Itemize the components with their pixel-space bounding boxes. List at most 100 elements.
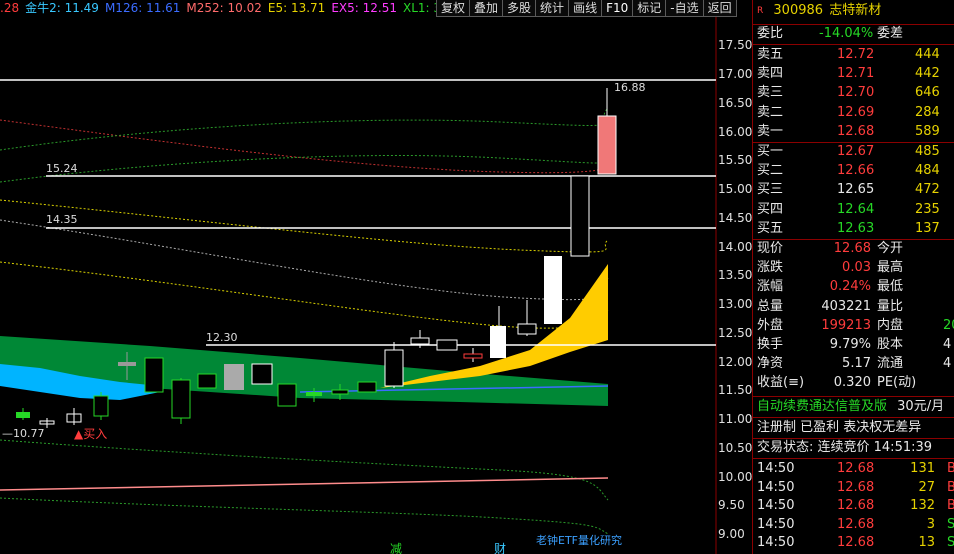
sell-order-row[interactable]: 卖一 12.68 589 bbox=[757, 123, 954, 141]
register-text: 注册制 已盈利 表决权无差异 bbox=[757, 420, 922, 435]
tick-volume: 132 bbox=[910, 498, 935, 513]
stock-code: 300986 bbox=[773, 3, 824, 18]
buy-order-row[interactable]: 买四 12.64 235 bbox=[757, 201, 954, 219]
stat-value: 0.24% bbox=[829, 279, 871, 295]
stat-label: 最低 bbox=[877, 279, 904, 295]
tick-row: 14:50 12.68 13 S bbox=[757, 534, 954, 552]
tick-time: 14:50 bbox=[757, 461, 795, 476]
quote-stat-row: 现价 12.68 今开 bbox=[757, 240, 954, 258]
stat-label: 最高 bbox=[877, 260, 904, 276]
order-price: 12.71 bbox=[837, 66, 875, 82]
order-level-label: 卖三 bbox=[757, 85, 784, 101]
ma-line-green-upper bbox=[0, 107, 609, 151]
sell-order-row[interactable]: 卖二 12.69 284 bbox=[757, 104, 954, 122]
tick-time: 14:50 bbox=[757, 535, 795, 550]
chart-toolbar: 复权 叠加 多股 统计 画线 F10 标记 -自选 返回 bbox=[436, 0, 737, 17]
tick-price: 12.68 bbox=[837, 479, 875, 495]
stock-badge: R bbox=[757, 6, 764, 16]
buy-order-row[interactable]: 买一 12.67 485 bbox=[757, 143, 954, 161]
order-price: 12.68 bbox=[837, 123, 875, 139]
toolbar-back-button[interactable]: 返回 bbox=[702, 0, 737, 17]
indicator-value: EX5: 12.51 bbox=[331, 1, 397, 15]
axis-label: 12.50 bbox=[718, 326, 752, 340]
tick-time: 14:50 bbox=[757, 479, 795, 495]
axis-label: 12.00 bbox=[718, 355, 752, 369]
axis-label: 11.00 bbox=[718, 412, 752, 426]
promo-row[interactable]: 自动续费通达信普及版 30元/月 bbox=[757, 398, 954, 416]
stat-label: 换手 bbox=[757, 337, 784, 352]
sell-order-row[interactable]: 卖五 12.72 444 bbox=[757, 46, 954, 64]
register-row: 注册制 已盈利 表决权无差异 bbox=[757, 419, 954, 437]
sell-order-row[interactable]: 卖三 12.70 646 bbox=[757, 84, 954, 102]
tick-price: 12.68 bbox=[837, 516, 875, 532]
stat-value: 199213 bbox=[821, 317, 871, 333]
toolbar-stats-button[interactable]: 统计 bbox=[535, 0, 570, 17]
watermark-text: 老钟ETF量化研究 bbox=[536, 534, 622, 547]
order-level-label: 卖二 bbox=[757, 104, 784, 120]
stat-label: 股本 bbox=[877, 337, 904, 352]
order-price: 12.64 bbox=[837, 201, 875, 217]
toolbar-fuquan-button[interactable]: 复权 bbox=[436, 0, 471, 17]
low-marker-value: 10.77 bbox=[13, 427, 45, 440]
buy-order-row[interactable]: 买二 12.66 484 bbox=[757, 162, 954, 180]
sell-order-row[interactable]: 卖四 12.71 442 bbox=[757, 65, 954, 83]
order-volume: 589 bbox=[915, 123, 940, 139]
weibi-value: -14.04% bbox=[819, 26, 874, 41]
ma-line-red-dotted bbox=[0, 119, 611, 174]
price-line-label: 14.35 bbox=[46, 213, 78, 226]
axis-label: 16.50 bbox=[718, 96, 752, 110]
quote-stat-row: 换手 9.79% 股本 4 bbox=[757, 336, 954, 354]
toolbar-overlay-button[interactable]: 叠加 bbox=[469, 0, 504, 17]
toolbar-f10-button[interactable]: F10 bbox=[601, 0, 634, 17]
tick-time: 14:50 bbox=[757, 516, 795, 532]
order-volume: 484 bbox=[915, 163, 940, 179]
indicator-value: E5: 13.71 bbox=[267, 1, 326, 15]
toolbar-multi-stock-button[interactable]: 多股 bbox=[502, 0, 537, 17]
stock-name: 志特新材 bbox=[829, 3, 882, 18]
tick-time: 14:50 bbox=[757, 498, 795, 513]
order-price: 12.69 bbox=[837, 104, 875, 120]
axis-label: 11.50 bbox=[718, 383, 752, 397]
tick-direction: B bbox=[947, 460, 954, 478]
stat-label: 现价 bbox=[757, 241, 784, 256]
kline-chart-area[interactable]: .28 金牛2: 11.49 M126: 11.61 M252: 10.02 E5: 1… bbox=[0, 0, 752, 554]
axis-label: 13.50 bbox=[718, 268, 752, 282]
toolbar-mark-button[interactable]: 标记 bbox=[632, 0, 667, 17]
stat-value: 4 bbox=[943, 337, 952, 352]
toolbar-draw-button[interactable]: 画线 bbox=[568, 0, 603, 17]
buy-order-row[interactable]: 买五 12.63 137 bbox=[757, 220, 954, 238]
axis-label: 9.00 bbox=[718, 527, 745, 541]
toolbar-remove-watchlist-button[interactable]: -自选 bbox=[665, 0, 704, 17]
order-price: 12.66 bbox=[837, 163, 875, 179]
weidiff-label: 委差 bbox=[877, 26, 904, 41]
indicator-value: M252: 10.02 bbox=[186, 1, 262, 15]
axis-label: 13.00 bbox=[718, 297, 752, 311]
ma-line-green-low2 bbox=[0, 497, 609, 535]
bottom-event-tag: 减 bbox=[390, 542, 403, 554]
tick-volume: 13 bbox=[918, 535, 935, 550]
stat-value: 4 bbox=[943, 356, 952, 372]
tick-row: 14:50 12.68 131 B bbox=[757, 460, 954, 478]
tick-volume: 27 bbox=[918, 479, 935, 495]
tick-volume: 131 bbox=[910, 461, 935, 476]
order-volume: 235 bbox=[915, 201, 940, 217]
axis-label: 14.50 bbox=[718, 211, 752, 225]
order-volume: 472 bbox=[915, 182, 940, 198]
quote-stat-row: 涨幅 0.24% 最低 bbox=[757, 278, 954, 296]
order-level-label: 卖五 bbox=[757, 47, 784, 62]
tick-direction: B bbox=[947, 479, 954, 497]
quote-stat-row: 净资 5.17 流通 4 bbox=[757, 355, 954, 373]
promo-text[interactable]: 自动续费通达信普及版 bbox=[757, 399, 887, 414]
quote-stat-row: 收益(≡) 0.320 PE(动) bbox=[757, 374, 954, 392]
axis-label: 10.50 bbox=[718, 441, 752, 455]
axis-label: 10.00 bbox=[718, 470, 752, 484]
tick-price: 12.68 bbox=[837, 461, 875, 476]
stat-value: 0.03 bbox=[842, 260, 871, 276]
order-volume: 137 bbox=[915, 220, 940, 236]
buy-order-row[interactable]: 买三 12.65 472 bbox=[757, 181, 954, 199]
weibi-row: 委比 -14.04% 委差 bbox=[757, 25, 954, 43]
indicator-value: M126: 11.61 bbox=[104, 1, 181, 15]
buy-signal-marker: ▲买入 bbox=[74, 427, 108, 441]
order-price: 12.67 bbox=[837, 144, 875, 159]
stat-label: 净资 bbox=[757, 356, 784, 372]
